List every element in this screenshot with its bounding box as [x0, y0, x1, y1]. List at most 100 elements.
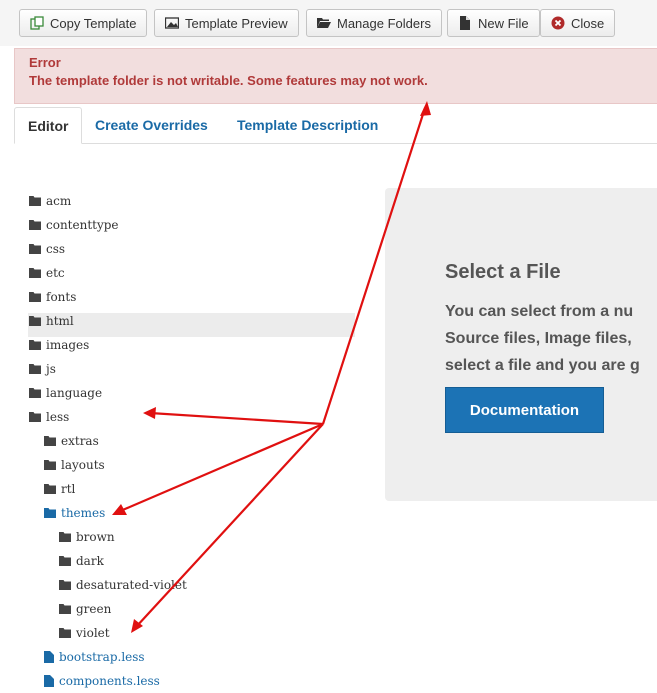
folder-icon: [59, 580, 71, 590]
folder-icon: [29, 220, 41, 230]
copy-template-button[interactable]: Copy Template: [19, 9, 148, 37]
file-icon: [44, 651, 54, 663]
tree-label: layouts: [61, 458, 105, 472]
tree-file-components-less[interactable]: components.less: [44, 669, 160, 693]
tree-label: violet: [76, 626, 110, 640]
tab-template-description-label: Template Description: [237, 117, 379, 133]
tree-label: acm: [46, 194, 72, 208]
folder-icon: [29, 388, 41, 398]
tree-label: themes: [61, 506, 106, 520]
close-label: Close: [571, 15, 605, 31]
tree-folder-language[interactable]: language: [29, 381, 102, 405]
close-circle-icon: [551, 16, 565, 30]
folder-icon: [29, 412, 41, 422]
close-button[interactable]: Close: [540, 9, 616, 37]
template-preview-button[interactable]: Template Preview: [154, 9, 299, 37]
error-alert: Error The template folder is not writabl…: [14, 48, 657, 104]
file-icon: [458, 16, 472, 30]
folder-icon: [29, 244, 41, 254]
alert-message: The template folder is not writable. Som…: [29, 73, 428, 88]
folder-icon: [29, 196, 41, 206]
tree-folder-acm[interactable]: acm: [29, 189, 71, 213]
arrow-to-less: [149, 411, 324, 426]
tab-template-description[interactable]: Template Description: [224, 107, 391, 143]
folder-icon: [29, 268, 41, 278]
folder-icon: [44, 484, 56, 494]
tree-folder-extras[interactable]: extras: [44, 429, 99, 453]
tree-folder-dark[interactable]: dark: [59, 549, 104, 573]
panel-description: You can select from a nu Source files, I…: [445, 298, 640, 379]
tree-label: css: [46, 242, 66, 256]
select-file-panel: Select a File You can select from a nu S…: [385, 188, 657, 501]
tree-label: contenttype: [46, 218, 119, 232]
panel-line: You can select from a nu: [445, 303, 634, 320]
tree-label: brown: [76, 530, 115, 544]
panel-title: Select a File: [445, 261, 561, 283]
tab-editor[interactable]: Editor: [14, 107, 83, 144]
tree-folder-desaturated-violet[interactable]: desaturated-violet: [59, 573, 187, 597]
tree-folder-rtl[interactable]: rtl: [44, 477, 75, 501]
tree-label: js: [46, 362, 56, 376]
tree-folder-brown[interactable]: brown: [59, 525, 115, 549]
tree-folder-violet[interactable]: violet: [59, 621, 110, 645]
tree-folder-fonts[interactable]: fonts: [29, 285, 76, 309]
documentation-button[interactable]: Documentation: [445, 387, 604, 433]
image-icon: [165, 16, 179, 30]
tree-label: green: [76, 602, 112, 616]
arrowhead-violet: [131, 619, 143, 633]
copy-icon: [30, 16, 44, 30]
tree-file-bootstrap-less[interactable]: bootstrap.less: [44, 645, 145, 669]
tree-label: desaturated-violet: [76, 578, 187, 592]
tree-folder-less[interactable]: less: [29, 405, 69, 429]
new-file-label: New File: [478, 15, 529, 31]
tree-label: extras: [61, 434, 99, 448]
tab-create-overrides-label: Create Overrides: [95, 117, 208, 133]
toolbar: Copy Template Template Preview Manage Fo…: [0, 0, 657, 46]
tree-folder-images[interactable]: images: [29, 333, 89, 357]
folder-icon: [44, 460, 56, 470]
manage-folders-button[interactable]: Manage Folders: [306, 9, 442, 37]
tree-label: etc: [46, 266, 65, 280]
new-file-button[interactable]: New File: [447, 9, 540, 37]
tab-editor-label: Editor: [28, 117, 69, 134]
tree-folder-html[interactable]: html: [29, 309, 74, 333]
folder-icon: [59, 556, 71, 566]
tree-folder-layouts[interactable]: layouts: [44, 453, 105, 477]
panel-line: select a file and you are g: [445, 357, 640, 374]
folder-icon: [59, 532, 71, 542]
manage-folders-label: Manage Folders: [337, 15, 431, 31]
tab-create-overrides[interactable]: Create Overrides: [82, 107, 221, 143]
tree-folder-js[interactable]: js: [29, 357, 56, 381]
annotation-arrowheads: [112, 101, 431, 633]
tree-folder-contenttype[interactable]: contenttype: [29, 213, 119, 237]
tree-label: dark: [76, 554, 104, 568]
tab-bar: Editor Create Overrides Template Descrip…: [14, 107, 657, 144]
copy-template-label: Copy Template: [50, 15, 137, 31]
tree-folder-green[interactable]: green: [59, 597, 111, 621]
arrow-to-themes: [117, 422, 324, 514]
tree-label: images: [46, 338, 90, 352]
tree-folder-themes[interactable]: themes: [44, 501, 105, 525]
folder-icon: [29, 340, 41, 350]
template-preview-label: Template Preview: [185, 15, 288, 31]
folder-icon: [59, 628, 71, 638]
panel-line: Source files, Image files,: [445, 330, 632, 347]
arrowhead-themes: [112, 504, 127, 515]
tree-folder-css[interactable]: css: [29, 237, 65, 261]
tree-label: bootstrap.less: [59, 650, 145, 664]
tree-folder-etc[interactable]: etc: [29, 261, 65, 285]
tree-label: language: [46, 386, 103, 400]
annotation-lines: [117, 107, 427, 628]
tree-label: html: [46, 314, 74, 328]
arrowhead-less: [143, 407, 156, 419]
alert-heading: Error: [29, 55, 61, 70]
folder-icon: [29, 292, 41, 302]
folder-open-icon: [44, 508, 56, 518]
folder-open-icon: [317, 16, 331, 30]
file-icon: [44, 675, 54, 687]
tree-label: fonts: [46, 290, 77, 304]
tree-label: less: [46, 410, 70, 424]
folder-icon: [44, 436, 56, 446]
folder-icon: [29, 316, 41, 326]
folder-icon: [29, 364, 41, 374]
